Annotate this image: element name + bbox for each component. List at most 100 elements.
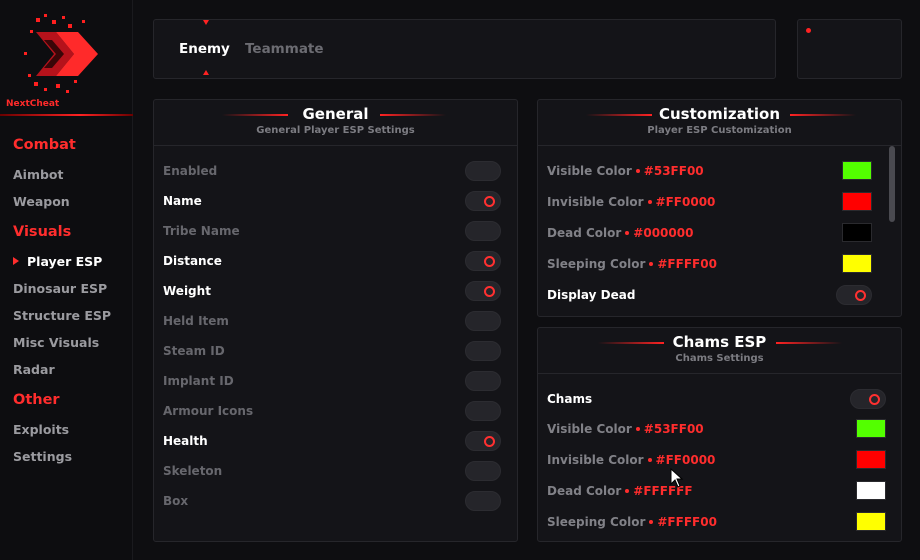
option-armour-icons: Armour Icons [163,401,517,421]
sidebar-item-aimbot[interactable]: Aimbot [13,167,64,182]
hex-value: #53FF00 [643,422,704,436]
option-distance: Distance [163,251,517,271]
option-held-item: Held Item [163,311,517,331]
weight-toggle[interactable] [465,281,501,301]
chams-color-invisible: Invisible Color #FF0000 [547,450,901,470]
option-label: Weight [163,284,211,298]
color-dead: Dead Color #000000 [547,223,901,243]
option-label: Name [163,194,202,208]
chams-panel: Chams ESP Chams Settings Chams Visible C… [537,327,902,542]
chams-invisible-color-swatch[interactable] [856,450,886,469]
color-visible: Visible Color #53FF00 [547,161,901,181]
tab-indicator-top-icon [203,20,209,25]
sidebar-item-structure-esp[interactable]: Structure ESP [13,308,111,323]
hex-value: #FF0000 [655,453,716,467]
color-invisible: Invisible Color #FF0000 [547,192,901,212]
sidebar-item-label: Player ESP [27,254,103,269]
color-label: Invisible Color [547,453,644,467]
held-item-toggle[interactable] [465,311,501,331]
option-name: Name [163,191,517,211]
team-tab-bar: Enemy Teammate [153,19,776,79]
implant-id-toggle[interactable] [465,371,501,391]
general-panel: General General Player ESP Settings Enab… [153,99,518,542]
sidebar-item-player-esp[interactable]: Player ESP [13,254,102,269]
option-enabled: Enabled [163,161,517,181]
bullet-icon [625,230,630,235]
color-label: Invisible Color [547,195,644,209]
option-label: Box [163,494,189,508]
steam-id-toggle[interactable] [465,341,501,361]
sidebar-item-radar[interactable]: Radar [13,362,55,377]
sidebar-item-weapon[interactable]: Weapon [13,194,70,209]
health-toggle[interactable] [465,431,501,451]
hex-value: #000000 [633,226,694,240]
brand-divider [0,114,133,116]
active-arrow-icon [13,257,19,265]
armour-icons-toggle[interactable] [465,401,501,421]
option-implant-id: Implant ID [163,371,517,391]
sidebar: NextCheat Combat Aimbot Weapon Visuals P… [0,0,133,560]
panel-subtitle: Player ESP Customization [647,125,792,136]
chams-visible-color-swatch[interactable] [856,419,886,438]
option-skeleton: Skeleton [163,461,517,481]
dead-color-swatch[interactable] [842,223,872,242]
sidebar-item-misc-visuals[interactable]: Misc Visuals [13,335,99,350]
option-label: Held Item [163,314,229,328]
hex-value: #FF0000 [655,195,716,209]
option-label: Skeleton [163,464,223,478]
option-label: Implant ID [163,374,234,388]
general-panel-header: General General Player ESP Settings [154,100,517,146]
sleeping-color-swatch[interactable] [842,254,872,273]
hex-value: #FFFF00 [657,515,717,529]
hex-value: #FFFF00 [657,257,717,271]
distance-toggle[interactable] [465,251,501,271]
skeleton-toggle[interactable] [465,461,501,481]
nav-category-combat: Combat [13,137,76,153]
box-toggle[interactable] [465,491,501,511]
tribe-name-toggle[interactable] [465,221,501,241]
status-dot-icon [806,28,811,33]
option-health: Health [163,431,517,451]
tab-enemy[interactable]: Enemy [179,41,230,57]
color-label: Visible Color [547,164,632,178]
chams-dead-color-swatch[interactable] [856,481,886,500]
panel-title: General [302,105,369,123]
chams-color-sleeping: Sleeping Color #FFFF00 [547,512,901,532]
chams-toggle[interactable] [850,389,886,409]
option-box: Box [163,491,517,511]
tab-teammate[interactable]: Teammate [245,41,324,57]
chams-panel-header: Chams ESP Chams Settings [538,328,901,374]
color-label: Sleeping Color [547,515,646,529]
header-divider-right [790,114,856,116]
enabled-toggle[interactable] [465,161,501,181]
nav-category-other: Other [13,392,60,408]
tab-indicator-bottom-icon [203,70,209,75]
color-label: Dead Color [547,226,622,240]
bullet-icon [647,199,652,204]
sidebar-item-settings[interactable]: Settings [13,449,72,464]
sidebar-item-exploits[interactable]: Exploits [13,422,69,437]
nav-category-visuals: Visuals [13,224,72,240]
option-display-dead: Display Dead [547,285,901,305]
name-toggle[interactable] [465,191,501,211]
chams-sleeping-color-swatch[interactable] [856,512,886,531]
sidebar-item-dinosaur-esp[interactable]: Dinosaur ESP [13,281,107,296]
option-tribe-name: Tribe Name [163,221,517,241]
customization-scrollbar[interactable] [889,146,895,222]
customization-panel-header: Customization Player ESP Customization [538,100,901,146]
display-dead-toggle[interactable] [836,285,872,305]
option-label: Tribe Name [163,224,240,238]
invisible-color-swatch[interactable] [842,192,872,211]
option-label: Armour Icons [163,404,254,418]
color-sleeping: Sleeping Color #FFFF00 [547,254,901,274]
color-label: Visible Color [547,422,632,436]
top-right-panel [797,19,902,79]
bullet-icon [649,519,654,524]
chams-color-visible: Visible Color #53FF00 [547,419,901,439]
bullet-icon [647,457,652,462]
color-label: Sleeping Color [547,257,646,271]
visible-color-swatch[interactable] [842,161,872,180]
option-label: Enabled [163,164,218,178]
header-divider-right [776,342,842,344]
bullet-icon [649,261,654,266]
